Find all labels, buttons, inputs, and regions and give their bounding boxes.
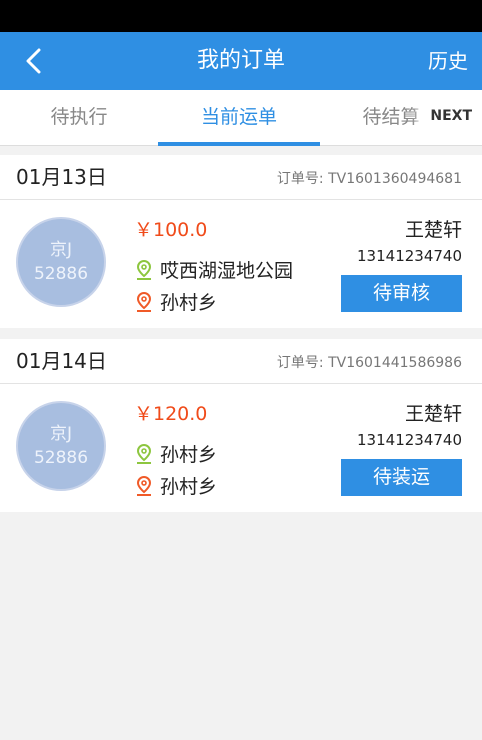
- order-card[interactable]: 01月13日 订单号: TV1601360494681 京J 52886 ￥10…: [0, 155, 482, 328]
- start-location-label: 哎西湖湿地公园: [160, 260, 294, 282]
- end-pin-icon: [134, 291, 154, 313]
- plate-prefix: 京J: [49, 424, 72, 444]
- vehicle-avatar: 京J 52886: [16, 401, 106, 491]
- page-title: 我的订单: [196, 48, 285, 73]
- active-tab-indicator: [158, 142, 320, 146]
- order-number: 订单号: TV1601441586986: [276, 355, 462, 371]
- driver-name: 王楚轩: [404, 219, 462, 241]
- status-button[interactable]: 待装运: [341, 459, 462, 496]
- start-pin-icon: [134, 443, 154, 465]
- end-location-label: 孙村乡: [160, 292, 218, 314]
- order-header: 01月13日 订单号: TV1601360494681: [0, 155, 482, 200]
- start-location: 孙村乡: [134, 440, 217, 467]
- app-header: 我的订单 历史: [0, 32, 482, 90]
- order-card[interactable]: 01月14日 订单号: TV1601441586986 京J 52886 ￥12…: [0, 339, 482, 512]
- history-button[interactable]: 历史: [428, 32, 468, 90]
- order-date: 01月14日: [16, 349, 107, 373]
- plate-prefix: 京J: [49, 240, 72, 260]
- tab-bar: 待执行 当前运单 待结算 NEXT: [0, 90, 482, 146]
- order-body: 京J 52886 ￥120.0 孙村乡 孙村乡 王楚轩 13141234740 …: [0, 384, 482, 512]
- end-location: 孙村乡: [134, 472, 217, 499]
- driver-name: 王楚轩: [404, 403, 462, 425]
- order-price: ￥100.0: [134, 219, 208, 241]
- order-header: 01月14日 订单号: TV1601441586986: [0, 339, 482, 384]
- next-button[interactable]: NEXT: [424, 104, 478, 128]
- status-bar: [0, 0, 482, 32]
- tab-current-waybill[interactable]: 当前运单: [158, 90, 320, 145]
- order-body: 京J 52886 ￥100.0 哎西湖湿地公园 孙村乡 王楚轩 13141234…: [0, 200, 482, 328]
- order-price: ￥120.0: [134, 403, 208, 425]
- driver-phone[interactable]: 13141234740: [357, 247, 462, 265]
- end-pin-icon: [134, 475, 154, 497]
- start-location-label: 孙村乡: [160, 444, 218, 466]
- tab-pending-execution[interactable]: 待执行: [0, 90, 158, 145]
- end-location: 孙村乡: [134, 288, 217, 315]
- order-date: 01月13日: [16, 165, 107, 189]
- start-location: 哎西湖湿地公园: [134, 256, 293, 283]
- status-button[interactable]: 待审核: [341, 275, 462, 312]
- plate-number: 52886: [33, 264, 89, 284]
- vehicle-avatar: 京J 52886: [16, 217, 106, 307]
- start-pin-icon: [134, 259, 154, 281]
- end-location-label: 孙村乡: [160, 476, 218, 498]
- order-number: 订单号: TV1601360494681: [276, 171, 462, 187]
- driver-phone[interactable]: 13141234740: [357, 431, 462, 449]
- plate-number: 52886: [33, 448, 89, 468]
